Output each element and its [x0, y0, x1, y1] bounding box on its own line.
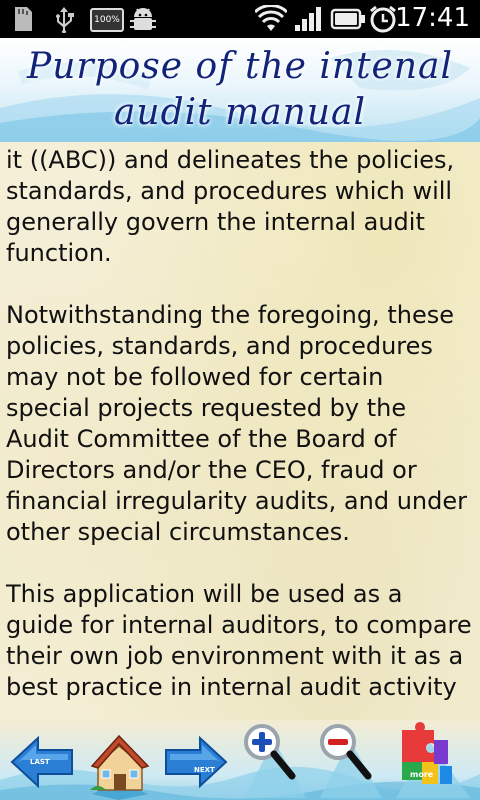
page-title-line1: Purpose of the intenal: [26, 46, 454, 87]
header-banner: Purpose of the intenal audit manual: [0, 38, 480, 142]
alarm-icon: [370, 5, 396, 33]
zoom-out-icon: [320, 724, 382, 798]
article-content[interactable]: function at a mock company , we call it …: [0, 142, 480, 720]
bottom-toolbar: LAST NEXT more: [0, 720, 480, 800]
next-button[interactable]: NEXT: [160, 720, 230, 800]
battery-100-icon: 100%: [90, 8, 124, 32]
wifi-icon: [255, 5, 287, 31]
last-button[interactable]: LAST: [8, 720, 78, 800]
home-button[interactable]: [84, 720, 154, 800]
sd-card-icon: [15, 7, 32, 31]
zoom-out-button[interactable]: [316, 720, 386, 800]
more-apps-button[interactable]: more: [390, 720, 476, 800]
android-debug-icon: [130, 8, 156, 30]
status-time: 17:41: [395, 3, 470, 33]
more-apps-label: more: [410, 770, 434, 779]
last-button-label: LAST: [30, 758, 50, 766]
page-title: Purpose of the intenal audit manual: [0, 44, 480, 136]
next-button-label: NEXT: [194, 766, 215, 774]
paragraph-2: Notwithstanding the foregoing, these pol…: [6, 301, 467, 546]
article-text: function at a mock company , we call it …: [6, 142, 474, 720]
signal-icon: [295, 7, 321, 31]
puzzle-icon: [396, 722, 470, 798]
status-bar: 100% 17:41: [0, 0, 480, 38]
zoom-in-button[interactable]: [240, 720, 310, 800]
battery-icon: [330, 8, 365, 30]
page-title-line2: audit manual: [113, 92, 367, 133]
house-icon: [90, 734, 150, 800]
paragraph-3: This application will be used as a guide…: [6, 580, 472, 701]
usb-icon: [56, 7, 74, 33]
zoom-in-icon: [244, 724, 306, 798]
arrow-right-icon: [165, 735, 228, 789]
paragraph-1: function at a mock company , we call it …: [6, 142, 455, 267]
